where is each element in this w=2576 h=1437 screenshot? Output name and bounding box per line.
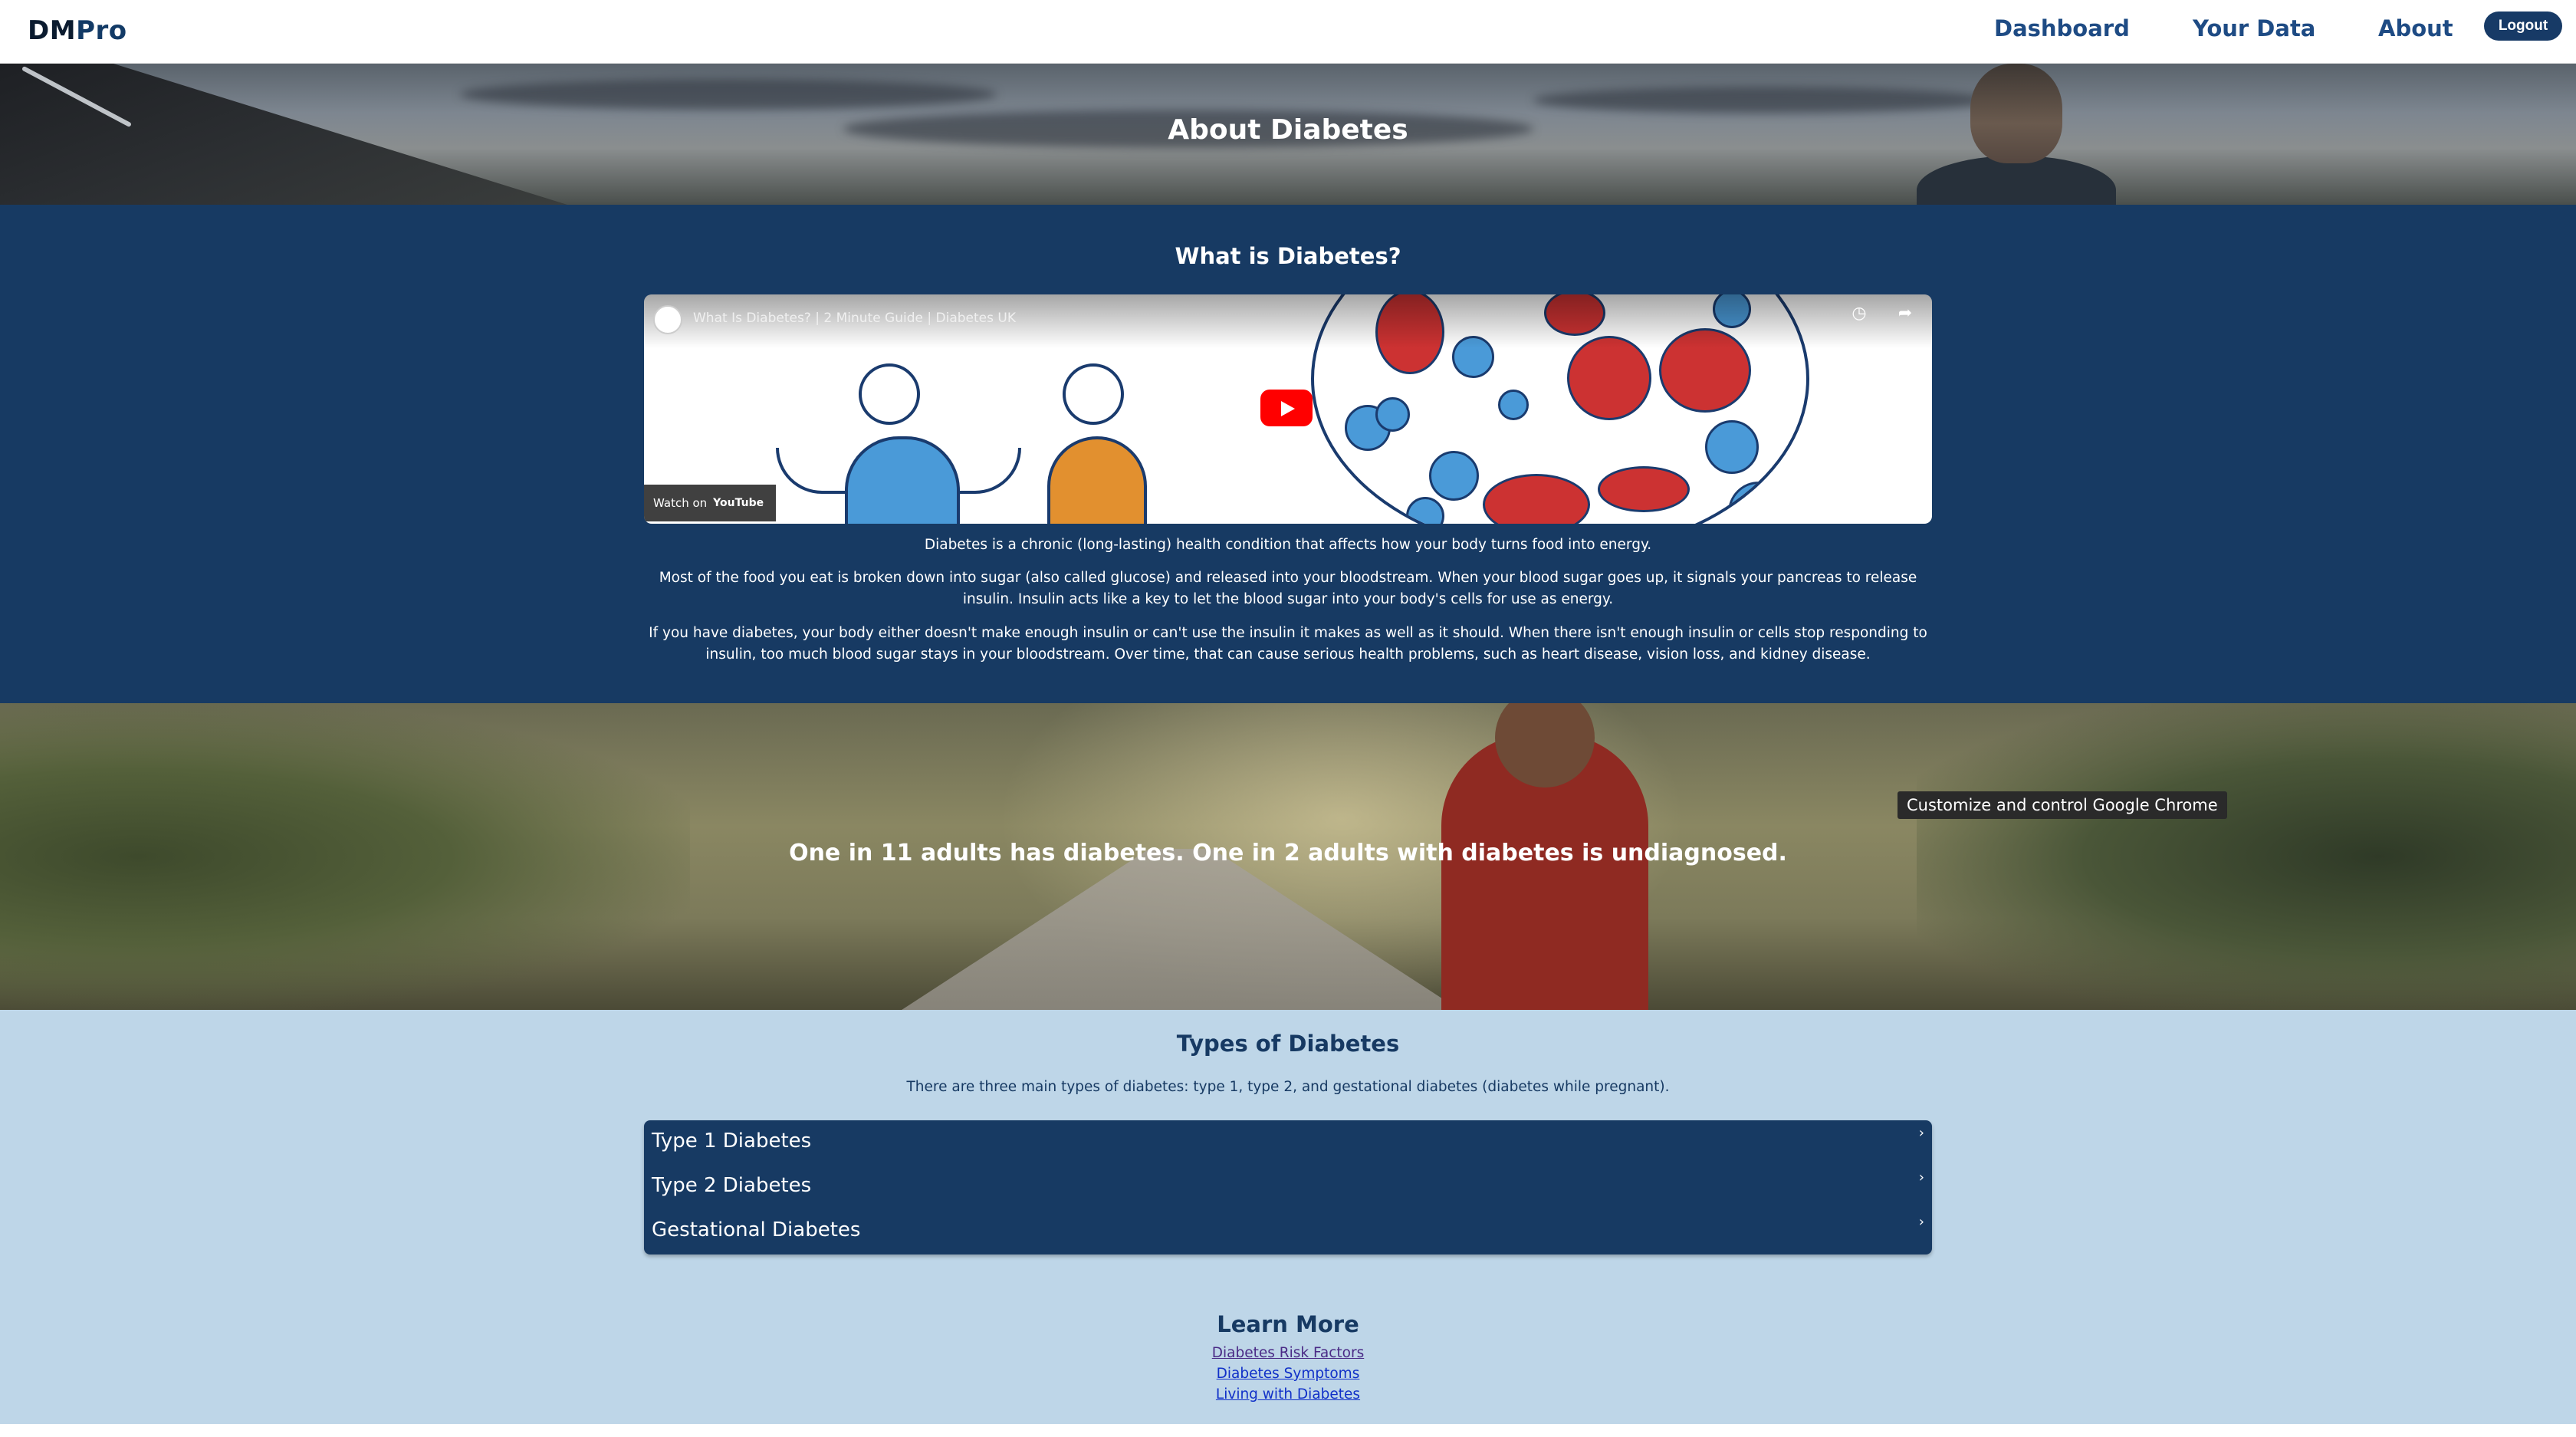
channel-avatar-icon[interactable] <box>653 305 682 334</box>
link-symptoms[interactable]: Diabetes Symptoms <box>0 1366 2576 1382</box>
accordion-item-type-1[interactable]: Type 1 Diabetes › <box>644 1120 1932 1165</box>
watch-later-icon[interactable]: ◷ <box>1836 304 1882 323</box>
chevron-right-icon: › <box>1918 1169 1924 1185</box>
what-is-paragraph-2: Most of the food you eat is broken down … <box>659 570 1917 607</box>
video-figure-head <box>1063 363 1124 425</box>
link-risk-factors[interactable]: Diabetes Risk Factors <box>0 1345 2576 1361</box>
accordion-label: Gestational Diabetes <box>652 1218 861 1241</box>
hero-banner: About Diabetes <box>0 64 2576 205</box>
brand-logo[interactable]: DMPro <box>28 15 127 46</box>
video-title[interactable]: What Is Diabetes? | 2 Minute Guide | Dia… <box>693 311 1016 326</box>
chrome-tooltip: Customize and control Google Chrome <box>1898 791 2227 819</box>
what-is-title: What is Diabetes? <box>1175 243 1401 269</box>
hero-person-head <box>1970 64 2062 163</box>
accordion-item-type-2[interactable]: Type 2 Diabetes › <box>644 1165 1932 1209</box>
nav-your-data-link[interactable]: Your Data <box>2193 15 2315 41</box>
page-footer <box>0 1424 2576 1437</box>
brand-pro: Pro <box>76 15 127 46</box>
link-living-with-diabetes[interactable]: Living with Diabetes <box>0 1386 2576 1402</box>
statistic-text: One in 11 adults has diabetes. One in 2 … <box>789 840 1787 866</box>
share-icon[interactable]: ➦ <box>1882 304 1928 323</box>
page-title: About Diabetes <box>1168 114 1408 146</box>
chevron-right-icon: › <box>1918 1125 1924 1141</box>
what-is-paragraph-3: If you have diabetes, your body either d… <box>649 625 1927 663</box>
top-navbar: DMPro Dashboard Your Data About Logout <box>0 0 2576 64</box>
logout-button[interactable]: Logout <box>2484 12 2562 41</box>
accordion-label: Type 1 Diabetes <box>652 1130 812 1153</box>
youtube-video-embed[interactable]: What Is Diabetes? | 2 Minute Guide | Dia… <box>644 294 1932 524</box>
accordion-item-gestational[interactable]: Gestational Diabetes › <box>644 1209 1932 1254</box>
types-title: Types of Diabetes <box>1176 1031 1400 1057</box>
chevron-right-icon: › <box>1918 1214 1924 1230</box>
video-figure-body <box>1047 436 1147 524</box>
hero-cloud <box>1533 87 1993 113</box>
video-figure-head <box>859 363 920 425</box>
nav-dashboard-link[interactable]: Dashboard <box>1994 15 2130 41</box>
what-is-paragraph-1: Diabetes is a chronic (long-lasting) hea… <box>924 537 1652 553</box>
types-section: Types of Diabetes There are three main t… <box>0 1010 2576 1424</box>
hero-cloud <box>460 79 997 110</box>
what-is-section: What is Diabetes? What Is Diabetes? | 2 … <box>0 205 2576 703</box>
statistic-banner: One in 11 adults has diabetes. One in 2 … <box>0 703 2576 1010</box>
learn-more-title: Learn More <box>1217 1311 1359 1337</box>
types-accordion: Type 1 Diabetes › Type 2 Diabetes › Gest… <box>644 1120 1932 1254</box>
play-button-icon[interactable] <box>1260 390 1313 426</box>
youtube-logo-icon: YouTube <box>713 497 764 509</box>
accordion-label: Type 2 Diabetes <box>652 1174 812 1197</box>
types-intro: There are three main types of diabetes: … <box>906 1079 1670 1095</box>
nav-about-link[interactable]: About <box>2378 15 2453 41</box>
brand-dm: DM <box>28 15 77 46</box>
watch-on-youtube-button[interactable]: Watch on YouTube <box>644 485 776 521</box>
watch-on-label: Watch on <box>653 496 708 510</box>
